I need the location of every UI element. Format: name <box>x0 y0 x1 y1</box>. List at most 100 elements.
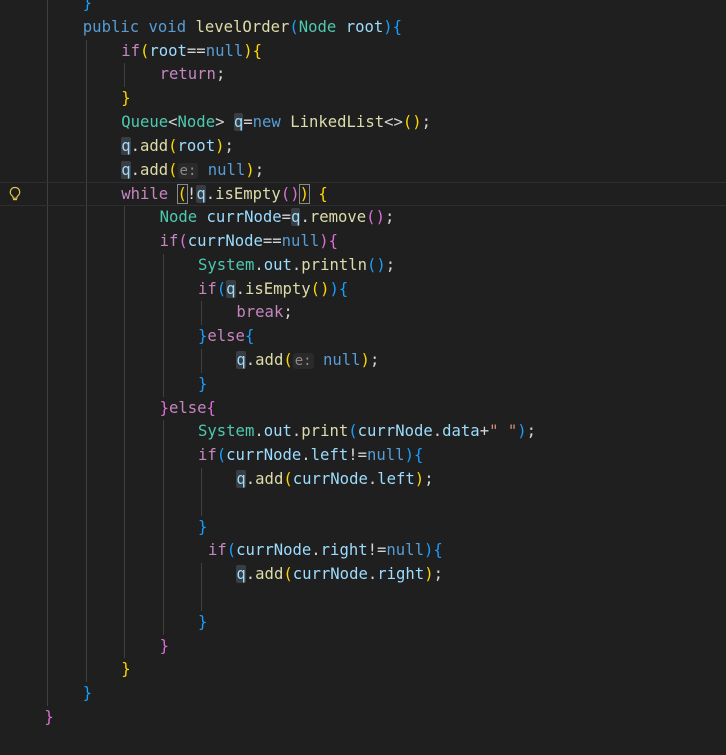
code-token: currNode <box>292 470 368 488</box>
code-token: root <box>149 41 187 60</box>
code-token: { <box>206 398 216 417</box>
code-token: == <box>262 232 282 250</box>
code-token: ; <box>424 470 434 488</box>
code-token: } <box>44 708 54 726</box>
code-token: void <box>148 17 187 36</box>
code-token: ; <box>384 208 395 227</box>
code-line[interactable]: q.add(e: null); <box>0 159 726 183</box>
code-line[interactable]: q.add(root); <box>0 135 726 159</box>
code-line[interactable]: q.add(currNode.left); <box>0 468 726 492</box>
lightbulb-icon[interactable] <box>8 182 22 206</box>
code-token: data <box>442 422 480 441</box>
code-line[interactable]: } <box>0 611 726 635</box>
code-token: if <box>159 232 179 250</box>
code-line[interactable]: if(currNode.left!=null){ <box>0 444 726 468</box>
code-token: ( <box>280 185 291 204</box>
code-token: null <box>322 351 361 369</box>
code-token: ) <box>414 470 425 488</box>
code-token: out <box>263 255 292 274</box>
code-token: Node <box>177 113 216 131</box>
code-line[interactable]: if(currNode.right!=null){ <box>0 539 726 563</box>
code-token: { <box>392 17 403 36</box>
code-token: . <box>300 208 310 227</box>
code-line[interactable] <box>0 492 726 516</box>
code-token: add <box>139 136 169 155</box>
code-token: } <box>159 636 169 655</box>
code-line[interactable]: q.add(currNode.right); <box>0 563 726 587</box>
code-token: ) <box>412 113 422 131</box>
code-token: ) <box>375 208 385 227</box>
code-token: else <box>168 398 207 417</box>
code-token: public <box>82 17 140 36</box>
code-token: currNode <box>292 565 368 584</box>
code-editor[interactable]: } public void levelOrder(Node root){if(ro… <box>0 0 726 755</box>
code-token: print <box>301 422 349 441</box>
code-line[interactable]: public void levelOrder(Node root){ <box>0 16 726 40</box>
code-line[interactable] <box>0 587 726 611</box>
code-line[interactable]: }else{ <box>0 325 726 349</box>
code-token: ) <box>298 184 311 205</box>
code-token: new <box>252 113 281 131</box>
code-token: } <box>198 612 208 631</box>
code-token: . <box>254 422 264 441</box>
code-line[interactable]: } <box>0 516 726 540</box>
code-token: ; <box>385 255 396 274</box>
code-token: { <box>328 232 338 250</box>
code-token: } <box>198 374 208 393</box>
code-token: currNode <box>236 541 312 560</box>
code-line[interactable]: System.out.print(currNode.data+" "); <box>0 420 726 444</box>
code-token: { <box>338 279 349 298</box>
code-token: LinkedList <box>290 113 385 131</box>
code-token: ( <box>216 279 227 298</box>
code-token: = <box>281 208 292 227</box>
code-line[interactable]: } <box>0 658 726 682</box>
code-token: q <box>236 470 246 488</box>
code-token: } <box>121 660 131 679</box>
code-token: ( <box>178 232 188 250</box>
code-token: ; <box>283 303 293 322</box>
code-line[interactable]: if(q.isEmpty()){ <box>0 278 726 302</box>
code-line[interactable]: Node currNode=q.remove(); <box>0 206 726 230</box>
code-token: ( <box>139 41 150 60</box>
code-token: ( <box>310 279 321 298</box>
code-token: isEmpty <box>244 279 311 298</box>
code-token: null <box>281 232 320 250</box>
code-line[interactable]: break; <box>0 301 726 325</box>
code-line[interactable]: if(root==null){ <box>0 40 726 64</box>
code-line[interactable]: } <box>0 682 726 706</box>
inlay-hint: e: <box>292 353 314 369</box>
code-token: levelOrder <box>195 17 290 36</box>
code-token: ; <box>433 565 443 584</box>
code-token: ) <box>290 185 300 204</box>
code-token: " " <box>489 422 518 441</box>
code-line[interactable]: } <box>0 0 726 16</box>
code-token: add <box>255 351 284 369</box>
code-token: ( <box>283 470 293 488</box>
code-line[interactable]: return; <box>0 63 726 87</box>
code-line[interactable]: if(currNode==null){ <box>0 230 726 254</box>
code-token: ( <box>283 565 293 584</box>
code-token: ) <box>376 255 386 274</box>
code-line[interactable]: while (!q.isEmpty()) { <box>0 182 726 207</box>
code-token: . <box>245 351 256 369</box>
code-line[interactable]: } <box>0 635 726 659</box>
code-token: + <box>479 422 490 441</box>
code-line[interactable]: }else{ <box>0 397 726 421</box>
code-line[interactable]: q.add(e: null); <box>0 349 726 373</box>
code-token: currNode <box>357 422 433 441</box>
code-line[interactable]: System.out.println(); <box>0 254 726 278</box>
code-line[interactable]: } <box>0 87 726 111</box>
code-token: else <box>207 327 245 346</box>
code-token: System <box>198 255 255 274</box>
code-token: ; <box>254 160 265 179</box>
code-token: Node <box>298 17 337 36</box>
code-line[interactable]: Queue<Node> q=new LinkedList<>(); <box>0 111 726 135</box>
code-line[interactable]: } <box>0 706 726 730</box>
code-line[interactable]: } <box>0 373 726 397</box>
code-token: q <box>236 565 246 584</box>
code-token: root <box>177 136 216 155</box>
